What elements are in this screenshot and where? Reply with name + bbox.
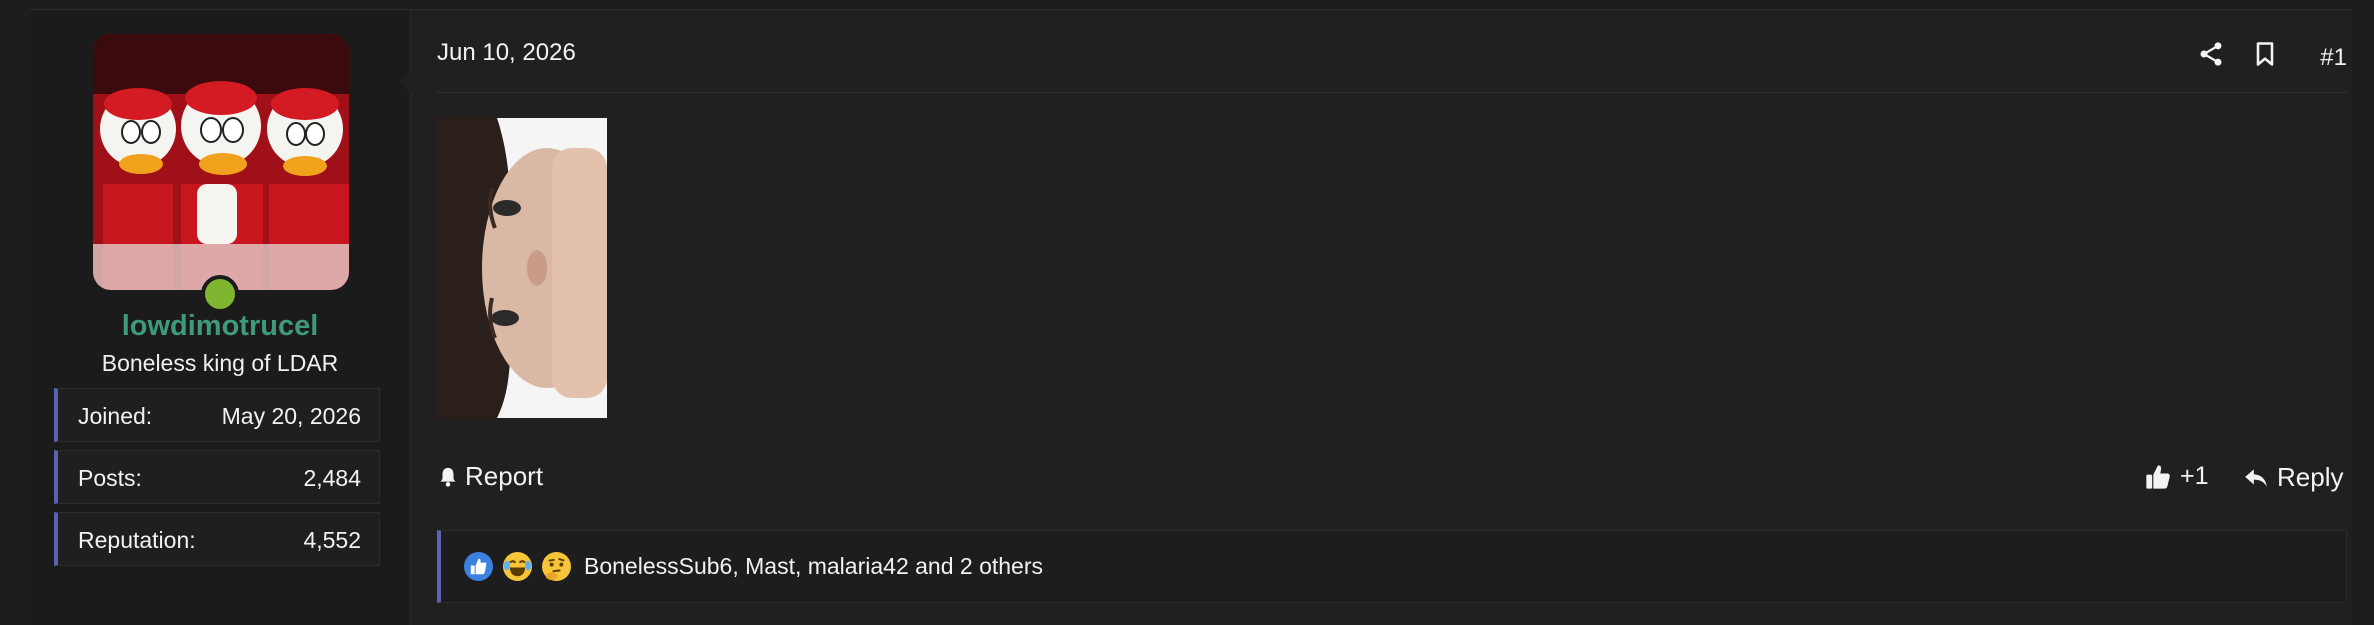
bell-icon <box>440 467 456 487</box>
stat-posts: Posts: 2,484 <box>54 450 380 504</box>
bookmark-icon[interactable] <box>2251 40 2279 68</box>
stat-value: May 20, 2026 <box>221 403 361 429</box>
stat-label: Reputation: <box>78 527 196 553</box>
stat-reputation: Reputation: 4,552 <box>54 512 380 566</box>
header-divider <box>437 92 2347 93</box>
username-link[interactable]: lowdimotrucel <box>30 310 410 343</box>
post-author-panel: lowdimotrucel Boneless king of LDAR Join… <box>30 10 410 625</box>
like-emoji-icon <box>463 551 494 582</box>
post-header-actions: #1 <box>2197 34 2347 74</box>
like-button[interactable]: +1 <box>2144 462 2209 491</box>
reply-button[interactable]: Reply <box>2243 462 2343 493</box>
report-button[interactable]: Report <box>437 461 543 492</box>
user-title: Boneless king of LDAR <box>101 350 339 376</box>
post-content: Jun 10, 2026 #1 Report +1 Reply Boneless… <box>399 10 2353 625</box>
reply-arrow-icon <box>2245 468 2267 487</box>
reactions-bar: BonelessSub6, Mast, malaria42 and 2 othe… <box>437 530 2347 603</box>
stat-value: 2,484 <box>303 465 361 491</box>
thumbs-up-icon <box>2146 464 2170 489</box>
report-label: Report <box>465 461 544 491</box>
reply-label: Reply <box>2277 462 2344 492</box>
stat-value: 4,552 <box>303 527 361 553</box>
post-attached-image[interactable] <box>437 118 607 418</box>
avatar-image[interactable] <box>93 34 349 290</box>
online-status-indicator <box>201 275 239 313</box>
share-icon[interactable] <box>2197 40 2225 68</box>
post-date-link[interactable]: Jun 10, 2026 <box>437 39 576 67</box>
post-number-link[interactable]: #1 <box>2320 44 2347 72</box>
avatar[interactable] <box>93 34 349 313</box>
like-count: +1 <box>2180 462 2209 490</box>
reaction-users-link[interactable]: BonelessSub6, Mast, malaria42 and 2 othe… <box>584 553 1043 580</box>
laugh-cry-emoji-icon <box>502 551 533 582</box>
forum-post: lowdimotrucel Boneless king of LDAR Join… <box>30 9 2352 625</box>
stat-label: Posts: <box>78 465 142 491</box>
stat-joined: Joined: May 20, 2026 <box>54 388 380 442</box>
speech-arrow <box>399 70 411 94</box>
thinking-emoji-icon <box>541 551 572 582</box>
stat-label: Joined: <box>78 403 153 429</box>
